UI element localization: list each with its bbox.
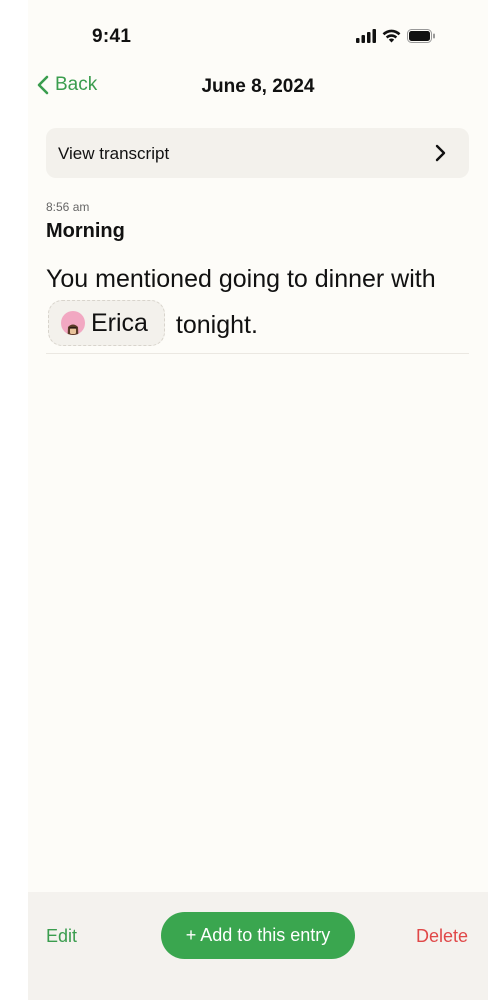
avatar <box>61 311 85 336</box>
edit-button[interactable]: Edit <box>46 926 77 947</box>
signal-icon <box>356 29 376 43</box>
view-transcript-button[interactable]: View transcript <box>46 128 469 178</box>
person-avatar-icon <box>61 318 85 336</box>
nav-bar: Back June 8, 2024 <box>28 70 488 106</box>
battery-icon <box>407 29 435 43</box>
app-screen: 9:41 Back June 8, 2024 View transcript 8… <box>28 0 488 1000</box>
entry-title: Morning <box>46 220 125 242</box>
status-bar: 9:41 <box>28 0 488 72</box>
status-time: 9:41 <box>92 26 132 47</box>
delete-button[interactable]: Delete <box>416 926 468 947</box>
entry-body: You mentioned going to dinner with Erica… <box>46 256 476 349</box>
entry-text-after: tonight. <box>175 311 258 339</box>
chevron-right-icon <box>435 144 446 162</box>
status-icons <box>356 27 436 45</box>
add-to-entry-button[interactable]: + Add to this entry <box>161 912 355 959</box>
wifi-icon <box>382 29 401 43</box>
mention-name: Erica <box>91 309 148 338</box>
page-title: June 8, 2024 <box>201 76 315 97</box>
bottom-toolbar: Edit + Add to this entry Delete <box>28 892 488 1000</box>
entry-time: 8:56 am <box>46 200 90 214</box>
transcript-label: View transcript <box>58 144 170 163</box>
person-mention-chip[interactable]: Erica <box>48 300 165 347</box>
entry-text-before: You mentioned going to dinner with <box>46 265 436 293</box>
divider <box>46 353 469 354</box>
